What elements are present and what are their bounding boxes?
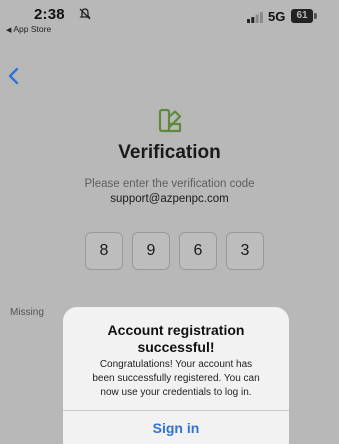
missing-code-text: Missing <box>10 307 44 318</box>
status-bar: 2:38 ◀ App Store 5G 61 <box>0 0 339 46</box>
battery-tip <box>314 13 317 19</box>
status-time: 2:38 <box>34 6 65 23</box>
network-type: 5G <box>268 9 286 24</box>
battery-level: 61 <box>291 9 313 23</box>
back-to-app-link[interactable]: ◀ App Store <box>6 24 51 34</box>
dialog-title: Account registration successful! <box>63 322 289 356</box>
page-title: Verification <box>118 142 221 163</box>
registration-success-dialog: Account registration successful! Congrat… <box>63 307 289 444</box>
dialog-message: Congratulations! Your account has been s… <box>77 358 275 400</box>
dialog-message-line-3: now use your credentials to log in. <box>100 387 252 398</box>
battery-icon: 61 <box>291 9 317 23</box>
back-to-app-label: App Store <box>13 24 52 34</box>
code-digit-3[interactable]: 6 <box>179 232 217 270</box>
email-address: support@azpenpc.com <box>110 193 229 205</box>
dialog-message-line-1: Congratulations! Your account has <box>99 359 253 370</box>
code-digit-4[interactable]: 3 <box>226 232 264 270</box>
back-triangle-icon: ◀ <box>6 27 12 34</box>
instruction-text: Please enter the verification code <box>84 178 255 190</box>
dialog-title-line-1: Account registration <box>107 322 245 338</box>
code-digit-2[interactable]: 9 <box>132 232 170 270</box>
chevron-left-icon[interactable] <box>6 66 22 86</box>
cellular-signal-icon <box>247 12 263 23</box>
verification-code-input[interactable]: 8 9 6 3 <box>85 232 265 270</box>
dialog-message-line-2: been successfully registered. You can <box>92 373 260 384</box>
bell-slash-icon <box>79 8 91 20</box>
sign-in-button[interactable]: Sign in <box>63 411 289 444</box>
code-digit-1[interactable]: 8 <box>85 232 123 270</box>
dialog-title-line-2: successful! <box>137 339 215 355</box>
swatch-book-icon <box>158 108 182 133</box>
